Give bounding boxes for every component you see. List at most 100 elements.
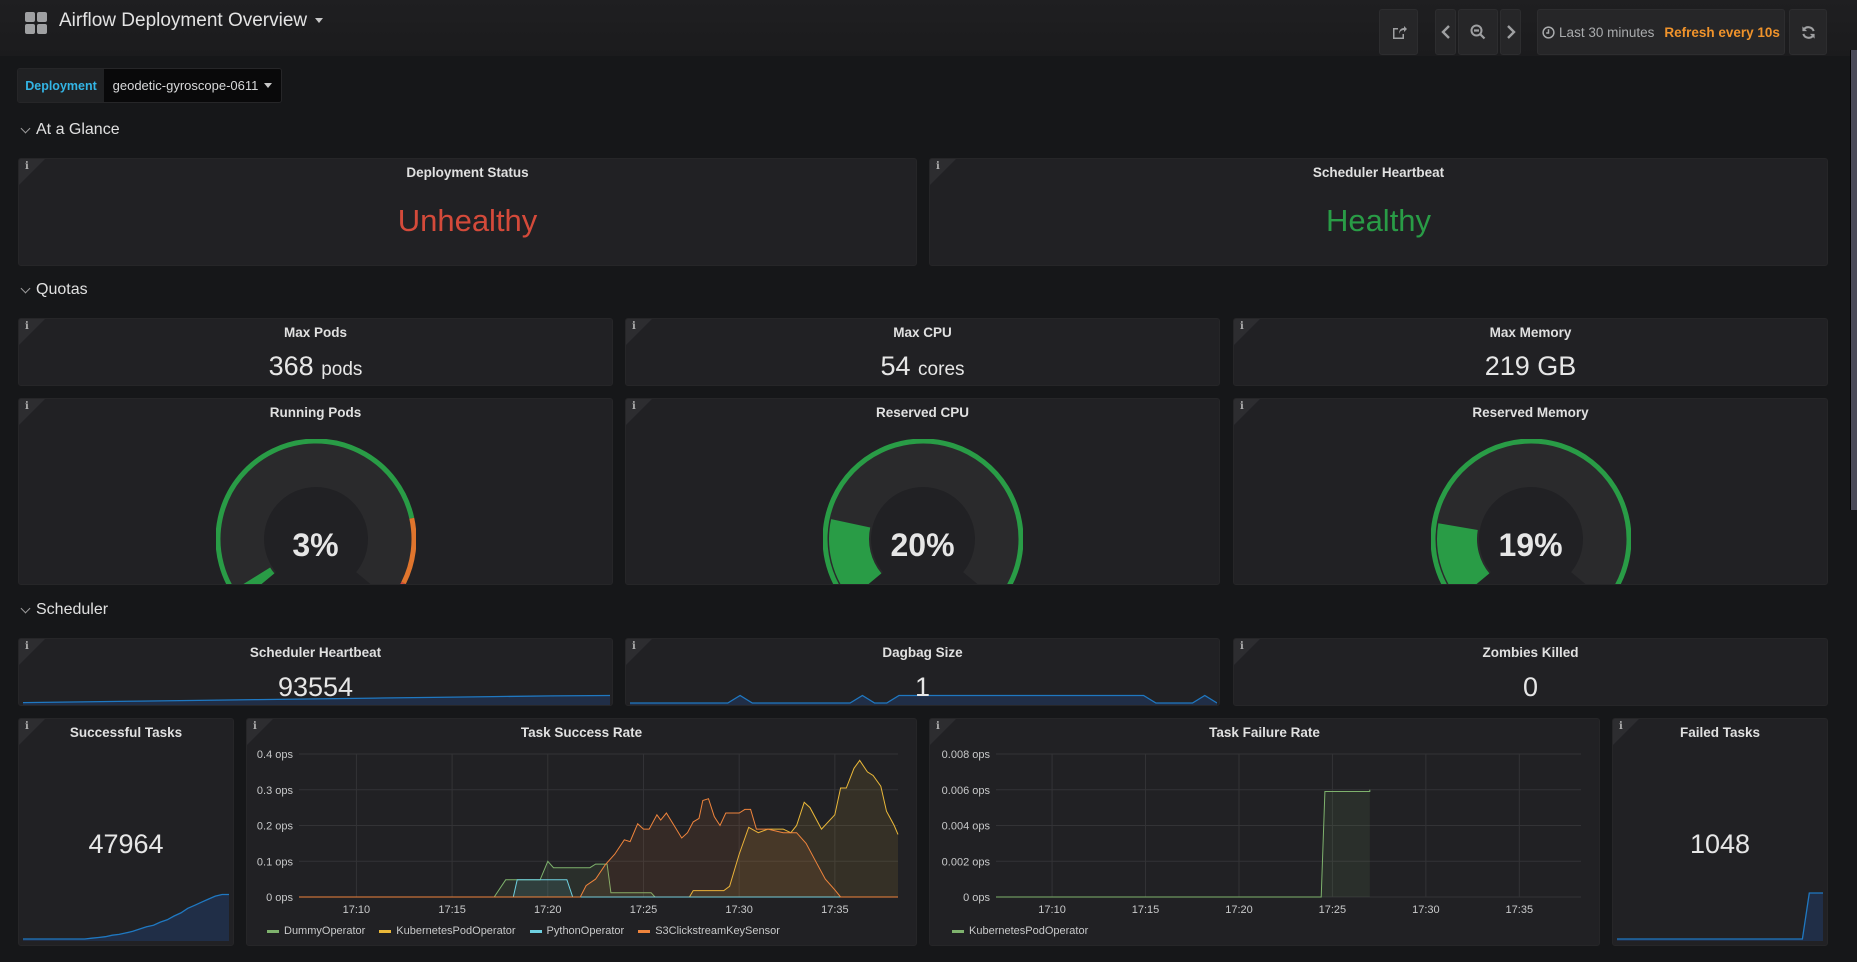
x-tick-label: 17:35 <box>1506 904 1534 916</box>
legend-label: KubernetesPodOperator <box>396 925 516 937</box>
x-tick-label: 17:10 <box>1038 904 1066 916</box>
legend-swatch <box>379 929 392 933</box>
sparkline-fill <box>23 894 229 941</box>
y-tick-label: 0.1 ops <box>257 856 294 868</box>
row-header-scheduler[interactable]: Scheduler <box>20 601 108 619</box>
variable-label: Deployment <box>18 69 104 102</box>
top-navbar: Airflow Deployment Overview Last 30 minu… <box>0 0 1857 56</box>
zoom-out-button[interactable] <box>1458 9 1498 55</box>
x-tick-label: 17:15 <box>438 904 466 916</box>
caret-down-icon <box>315 18 324 24</box>
legend-label: DummyOperator <box>284 925 366 937</box>
panel-title: Max CPU <box>893 325 952 340</box>
x-tick-label: 17:30 <box>725 904 753 916</box>
deployment-status-value: Unhealthy <box>397 203 538 238</box>
y-tick-label: 0.004 ops <box>942 821 991 833</box>
time-back-button[interactable] <box>1435 9 1456 55</box>
legend-item[interactable]: S3ClickstreamKeySensor <box>638 925 780 937</box>
successful-tasks-panel: i Successful Tasks 47964 <box>18 718 234 946</box>
reserved-memory-value: 19% <box>1498 527 1563 563</box>
unit-label: pods <box>321 359 363 380</box>
task-success-rate-chart[interactable]: 0 ops 0.1 ops 0.2 ops 0.3 ops 0.4 ops 17:10 17… <box>247 719 917 919</box>
panel-title: Zombies Killed <box>1482 645 1579 660</box>
panel-title: Successful Tasks <box>69 725 183 740</box>
x-tick-label: 17:20 <box>534 904 562 916</box>
row-header-quotas[interactable]: Quotas <box>20 281 88 299</box>
x-tick-label: 17:35 <box>821 904 849 916</box>
y-tick-label: 0.002 ops <box>942 856 991 868</box>
y-tick-label: 0.3 ops <box>257 785 294 797</box>
dashboard-title[interactable]: Airflow Deployment Overview <box>59 10 324 32</box>
deployment-select[interactable]: geodetic-gyroscope-0611 <box>104 69 281 102</box>
zombies-killed-value: 0 <box>1522 672 1539 702</box>
legend-item[interactable]: KubernetesPodOperator <box>379 925 516 937</box>
legend-item[interactable]: PythonOperator <box>529 925 624 937</box>
chevron-down-icon <box>20 283 31 293</box>
reserved-memory-panel: i Reserved Memory 19% <box>1233 398 1828 585</box>
failed-tasks-sparkline <box>1617 892 1823 941</box>
chevron-right-icon <box>1506 25 1516 39</box>
clock-icon <box>1542 25 1555 39</box>
panel-title: Scheduler Heartbeat <box>249 645 382 660</box>
row-header-at-a-glance[interactable]: At a Glance <box>20 121 120 139</box>
x-tick-label: 17:25 <box>630 904 658 916</box>
chevron-left-icon <box>1440 25 1450 39</box>
refresh-button[interactable] <box>1789 9 1827 55</box>
scheduler-heartbeat-panel: i Scheduler Heartbeat 93554 <box>18 638 613 706</box>
failed-tasks-value: 1048 <box>1689 829 1751 859</box>
chart-legend: KubernetesPodOperator <box>952 925 1088 937</box>
failed-tasks-panel: i Failed Tasks 1048 <box>1612 718 1828 946</box>
refresh-interval-label: Refresh every 10s <box>1664 24 1780 40</box>
sparkline-fill <box>1617 893 1823 941</box>
legend-swatch <box>267 929 279 933</box>
panel-title: Dagbag Size <box>882 645 963 660</box>
running-pods-value: 3% <box>292 527 339 563</box>
sparkline-line <box>1617 892 1823 940</box>
max-cpu-value: 54 <box>880 351 911 381</box>
panel-title: Max Memory <box>1489 325 1572 340</box>
time-picker-button[interactable]: Last 30 minutes Refresh every 10s <box>1537 9 1785 55</box>
legend-swatch <box>638 929 651 933</box>
max-cpu-panel: i Max CPU 54 cores <box>625 318 1220 386</box>
y-tick-label: 0.008 ops <box>942 749 991 761</box>
reserved-cpu-value: 20% <box>890 527 955 563</box>
panel-title: Deployment Status <box>406 165 529 180</box>
scheduler-heartbeat-value: 93554 <box>277 672 354 702</box>
y-tick-label: 0 ops <box>963 892 990 904</box>
legend-swatch <box>529 929 542 933</box>
x-tick-label: 17:20 <box>1225 904 1253 916</box>
chart-legend: DummyOperator KubernetesPodOperator Python… <box>267 925 780 937</box>
zoom-out-icon <box>1470 24 1486 40</box>
gauge-track <box>220 443 412 584</box>
task-failure-rate-chart[interactable]: 0 ops 0.002 ops 0.004 ops 0.006 ops 0.008 op… <box>930 719 1600 919</box>
max-pods-value: 368 <box>268 351 314 381</box>
time-forward-button[interactable] <box>1500 9 1521 55</box>
chevron-down-icon <box>20 603 31 613</box>
legend-item[interactable]: KubernetesPodOperator <box>952 925 1088 937</box>
y-tick-label: 0.4 ops <box>257 749 294 761</box>
zombies-killed-panel: i Zombies Killed 0 <box>1233 638 1828 706</box>
scheduler-status-value: Healthy <box>1325 203 1432 238</box>
successful-tasks-sparkline <box>23 893 229 941</box>
legend-item[interactable]: DummyOperator <box>267 925 365 937</box>
grid-icon[interactable] <box>25 12 47 34</box>
running-pods-panel: i Running Pods 3% <box>18 398 613 585</box>
chevron-down-icon <box>20 123 31 133</box>
max-memory-panel: i Max Memory 219 GB <box>1233 318 1828 386</box>
legend-label: S3ClickstreamKeySensor <box>655 925 780 937</box>
panel-title: Running Pods <box>269 405 362 420</box>
x-tick-label: 17:15 <box>1132 904 1160 916</box>
panel-title: Failed Tasks <box>1679 725 1761 740</box>
reserved-cpu-panel: i Reserved CPU 20% <box>625 398 1220 585</box>
caret-down-icon <box>264 83 273 88</box>
max-pods-panel: i Max Pods 368 pods <box>18 318 613 386</box>
successful-tasks-value: 47964 <box>88 829 164 859</box>
share-button[interactable] <box>1379 9 1418 55</box>
panel-title: Reserved Memory <box>1472 405 1589 420</box>
unit-label: GB <box>1537 351 1577 381</box>
time-range-label: Last 30 minutes <box>1559 24 1655 40</box>
y-tick-label: 0.2 ops <box>257 821 294 833</box>
x-tick-label: 17:30 <box>1412 904 1440 916</box>
unit-label: cores <box>918 359 965 380</box>
page-scrollbar[interactable] <box>1850 50 1857 510</box>
